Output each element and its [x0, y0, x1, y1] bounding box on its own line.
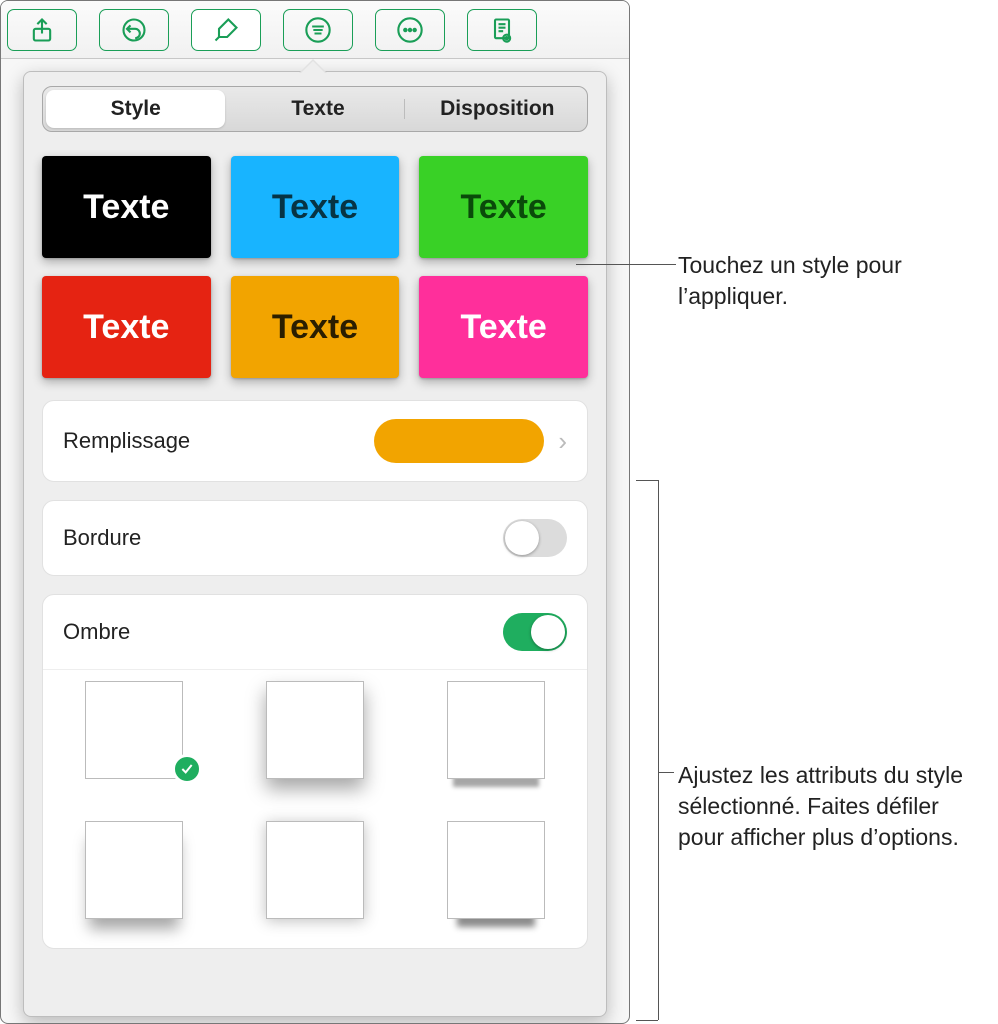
style-preset-grid: Texte Texte Texte Texte Texte Texte	[24, 138, 606, 400]
border-card: Bordure	[42, 500, 588, 576]
callout-apply-style: Touchez un style pour l’appliquer.	[678, 250, 958, 312]
border-label: Bordure	[63, 525, 503, 551]
callout-bracket-bottom	[636, 1020, 658, 1021]
style-preset-pink[interactable]: Texte	[419, 276, 588, 378]
format-brush-button[interactable]	[191, 9, 261, 51]
format-panel: Style Texte Disposition Texte Texte Text…	[23, 71, 607, 1017]
style-preset-blue[interactable]: Texte	[231, 156, 400, 258]
shadow-card: Ombre	[42, 594, 588, 949]
shadow-row: Ombre	[43, 595, 587, 669]
shadow-toggle[interactable]	[503, 613, 567, 651]
shadow-preset-hard[interactable]	[426, 820, 567, 920]
tab-text[interactable]: Texte	[228, 87, 407, 131]
callout-adjust-attributes: Ajustez les attributs du style sélection…	[678, 760, 978, 853]
shadow-preset-drop[interactable]	[244, 680, 385, 780]
style-preset-green[interactable]: Texte	[419, 156, 588, 258]
chevron-right-icon: ›	[558, 426, 567, 457]
tab-segmented-control: Style Texte Disposition	[42, 86, 588, 132]
fill-row[interactable]: Remplissage ›	[43, 401, 587, 481]
shadow-preset-grid	[43, 669, 587, 948]
border-toggle[interactable]	[503, 519, 567, 557]
shadow-label: Ombre	[63, 619, 503, 645]
callout-bracket	[658, 480, 659, 1020]
popover-arrow-icon	[299, 59, 327, 73]
tab-style[interactable]: Style	[46, 90, 225, 128]
device-frame: Style Texte Disposition Texte Texte Text…	[0, 0, 630, 1024]
fill-color-swatch	[374, 419, 544, 463]
fill-card: Remplissage ›	[42, 400, 588, 482]
shadow-preset-none[interactable]	[63, 680, 204, 780]
style-preset-black[interactable]: Texte	[42, 156, 211, 258]
callout-bracket-top	[636, 480, 658, 481]
checkmark-icon	[172, 754, 202, 784]
app-toolbar	[1, 1, 629, 59]
fill-label: Remplissage	[63, 428, 374, 454]
share-button[interactable]	[7, 9, 77, 51]
undo-button[interactable]	[99, 9, 169, 51]
more-button[interactable]	[375, 9, 445, 51]
shadow-preset-glow[interactable]	[244, 820, 385, 920]
style-preset-orange[interactable]: Texte	[231, 276, 400, 378]
style-preset-red[interactable]: Texte	[42, 276, 211, 378]
shadow-preset-contact[interactable]	[426, 680, 567, 780]
tab-layout[interactable]: Disposition	[408, 87, 587, 131]
shadow-preset-soft[interactable]	[63, 820, 204, 920]
border-row: Bordure	[43, 501, 587, 575]
alignment-button[interactable]	[283, 9, 353, 51]
callout-connector	[576, 264, 676, 265]
document-view-button[interactable]	[467, 9, 537, 51]
callout-connector-2	[658, 772, 674, 773]
